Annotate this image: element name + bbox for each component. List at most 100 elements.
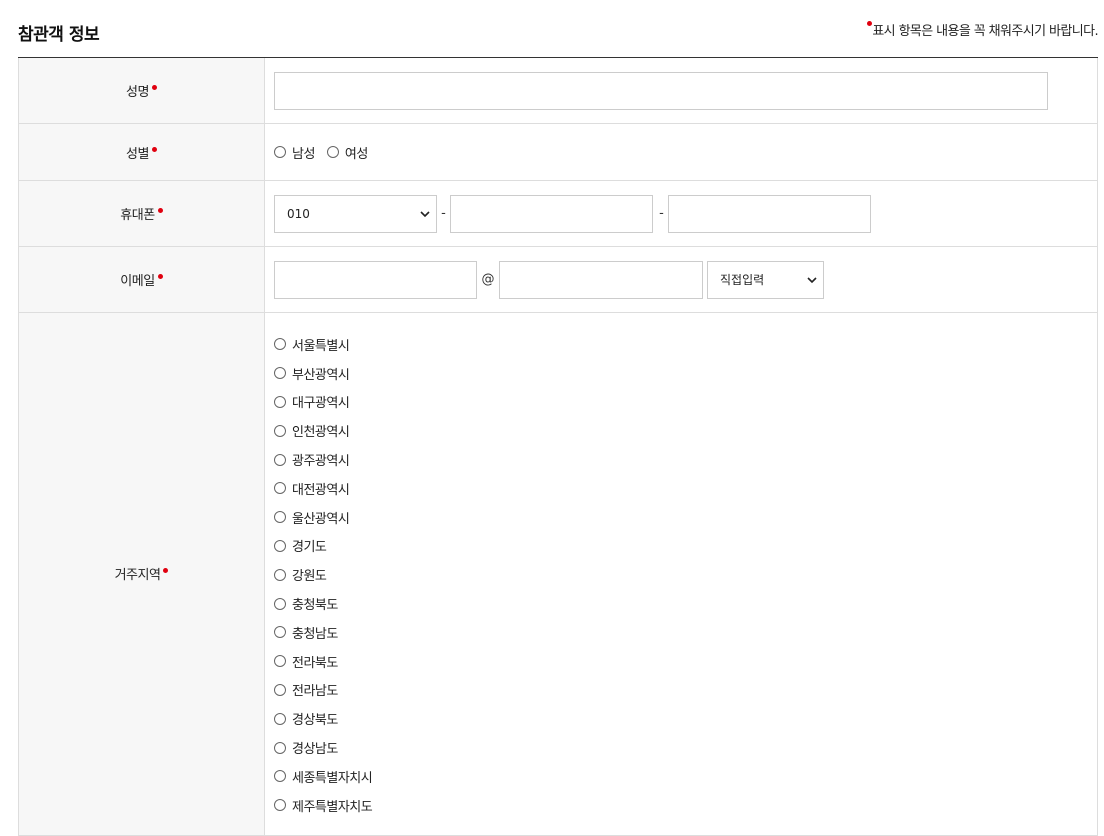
- region-option-label: 부산광역시: [292, 367, 350, 383]
- region-option[interactable]: 서울특별시: [274, 330, 372, 359]
- radio-icon[interactable]: [274, 146, 286, 158]
- phone-prefix-value: 010: [287, 206, 310, 221]
- region-option-label: 광주광역시: [292, 454, 350, 470]
- phone-separator: -: [441, 206, 446, 221]
- email-domain-input[interactable]: [499, 260, 703, 299]
- region-option-label: 경상남도: [292, 742, 338, 758]
- radio-icon[interactable]: [274, 338, 286, 351]
- region-option[interactable]: 경기도: [274, 532, 372, 561]
- email-row: 이메일 @ 직접입력: [18, 247, 1098, 313]
- region-option-list: 서울특별시부산광역시대구광역시인천광역시광주광역시대전광역시울산광역시경기도강원…: [274, 313, 373, 835]
- phone-middle-input[interactable]: [450, 194, 653, 233]
- gender-label-text: 성별: [126, 146, 149, 162]
- name-input[interactable]: [274, 71, 1048, 110]
- radio-icon[interactable]: [274, 539, 286, 552]
- required-dot-icon: [157, 208, 163, 213]
- name-field-cell: [265, 58, 1097, 123]
- region-option[interactable]: 전라남도: [274, 676, 372, 705]
- email-domain-select[interactable]: 직접입력: [707, 260, 824, 299]
- required-dot-icon: [151, 146, 157, 152]
- radio-icon[interactable]: [274, 453, 286, 466]
- region-option-label: 서울특별시: [292, 338, 350, 354]
- phone-separator: -: [659, 206, 664, 221]
- gender-option-label: 남성: [292, 146, 315, 162]
- region-option-label: 전라북도: [292, 655, 338, 671]
- region-option-label: 울산광역시: [292, 511, 350, 527]
- phone-last-input[interactable]: [668, 194, 871, 233]
- gender-option-male[interactable]: 남성: [274, 143, 315, 162]
- phone-label-text: 휴대폰: [120, 208, 155, 223]
- radio-icon[interactable]: [274, 655, 286, 668]
- region-option[interactable]: 광주광역시: [274, 445, 372, 474]
- required-note: 표시 항목은 내용을 꼭 채워주시기 바랍니다.: [867, 20, 1099, 39]
- gender-option-female[interactable]: 여성: [326, 143, 368, 162]
- chevron-down-icon: [807, 276, 817, 283]
- name-row: 성명: [18, 58, 1098, 124]
- radio-icon[interactable]: [274, 712, 286, 725]
- region-option-label: 충청남도: [292, 626, 338, 642]
- region-option[interactable]: 세종특별자치시: [274, 762, 373, 791]
- radio-icon[interactable]: [274, 424, 286, 437]
- phone-field-cell: 010 - -: [265, 181, 1097, 246]
- radio-icon[interactable]: [274, 683, 286, 696]
- email-label: 이메일: [19, 247, 265, 312]
- region-option[interactable]: 전라북도: [274, 647, 372, 676]
- radio-icon[interactable]: [274, 482, 286, 495]
- region-option[interactable]: 경상북도: [274, 704, 372, 733]
- phone-label: 휴대폰: [19, 181, 265, 246]
- radio-icon[interactable]: [326, 146, 339, 158]
- gender-row: 성별 남성 여성: [18, 124, 1098, 181]
- region-row: 거주지역 서울특별시부산광역시대구광역시인천광역시광주광역시대전광역시울산광역시…: [18, 313, 1098, 836]
- region-option[interactable]: 충청북도: [274, 589, 372, 618]
- required-note-text: 표시 항목은 내용을 꼭 채워주시기 바랍니다.: [872, 24, 1098, 39]
- region-option-label: 전라남도: [292, 684, 338, 700]
- radio-icon[interactable]: [274, 597, 286, 610]
- radio-icon[interactable]: [274, 741, 286, 754]
- visitor-info-form: 성명 성별 남성 여성 휴대폰 010 - - 이메일 @ 직접입력 거주지역 …: [18, 57, 1098, 836]
- region-option[interactable]: 강원도: [274, 560, 372, 589]
- required-dot-icon: [163, 568, 169, 574]
- name-label-text: 성명: [126, 85, 149, 100]
- region-option[interactable]: 인천광역시: [274, 416, 372, 445]
- radio-icon[interactable]: [274, 568, 286, 581]
- region-label: 거주지역: [19, 313, 265, 835]
- radio-icon[interactable]: [274, 799, 286, 812]
- gender-label: 성별: [19, 124, 265, 180]
- region-option[interactable]: 울산광역시: [274, 503, 372, 532]
- chevron-down-icon: [420, 210, 430, 217]
- radio-icon[interactable]: [274, 626, 286, 639]
- region-option-label: 경상북도: [292, 713, 338, 729]
- required-dot-icon: [157, 274, 163, 279]
- region-option-label: 제주특별자치도: [292, 799, 373, 815]
- phone-row: 휴대폰 010 - -: [18, 181, 1098, 247]
- region-label-text: 거주지역: [114, 568, 161, 584]
- region-option-label: 대전광역시: [292, 482, 350, 498]
- region-option[interactable]: 제주특별자치도: [274, 791, 373, 820]
- region-option-label: 경기도: [292, 540, 327, 556]
- region-option-label: 세종특별자치시: [292, 770, 373, 786]
- region-option[interactable]: 대구광역시: [274, 388, 372, 417]
- required-dot-icon: [151, 85, 157, 90]
- phone-prefix-select[interactable]: 010: [274, 194, 437, 233]
- radio-icon[interactable]: [274, 511, 286, 524]
- name-label: 성명: [19, 58, 265, 123]
- region-option-label: 인천광역시: [292, 425, 350, 441]
- region-option-label: 강원도: [292, 569, 327, 585]
- email-local-input[interactable]: [274, 260, 477, 299]
- region-option-label: 대구광역시: [292, 396, 350, 412]
- region-option-label: 충청북도: [292, 598, 338, 614]
- radio-icon[interactable]: [274, 395, 286, 408]
- section-title: 참관객 정보: [18, 25, 100, 45]
- email-at-sign: @: [481, 272, 495, 287]
- region-option[interactable]: 부산광역시: [274, 359, 372, 388]
- radio-icon[interactable]: [274, 367, 286, 380]
- region-option[interactable]: 대전광역시: [274, 474, 372, 503]
- gender-option-label: 여성: [344, 146, 368, 162]
- region-field-cell: 서울특별시부산광역시대구광역시인천광역시광주광역시대전광역시울산광역시경기도강원…: [265, 313, 1097, 835]
- region-option[interactable]: 경상남도: [274, 733, 372, 762]
- radio-icon[interactable]: [274, 770, 286, 783]
- region-option[interactable]: 충청남도: [274, 618, 372, 647]
- email-field-cell: @ 직접입력: [265, 247, 1097, 312]
- email-domain-select-value: 직접입력: [720, 273, 765, 287]
- gender-field-cell: 남성 여성: [265, 124, 1097, 180]
